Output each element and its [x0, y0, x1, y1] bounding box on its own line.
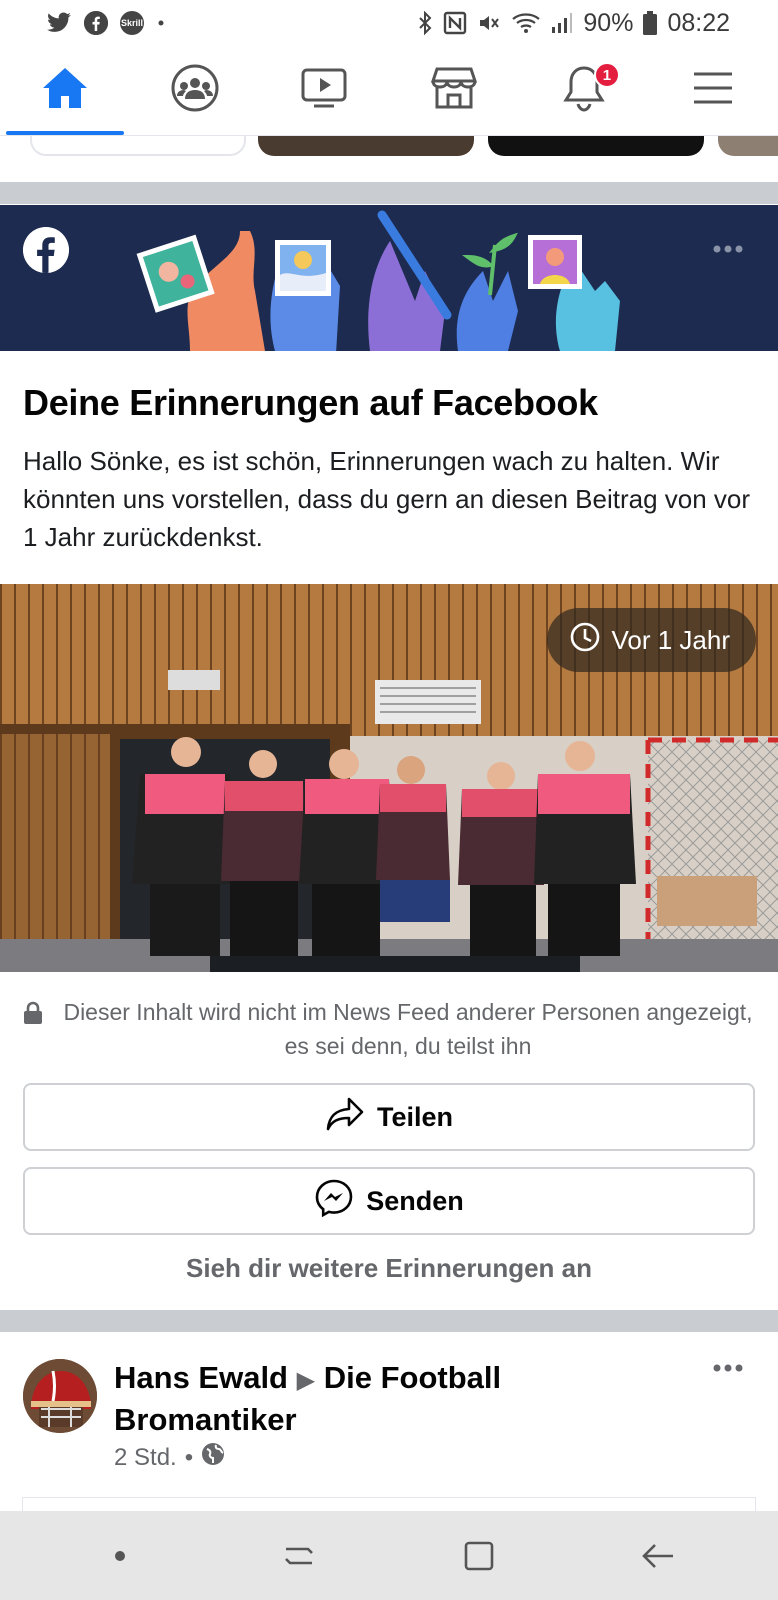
- memories-illustration: [136, 210, 620, 351]
- bluetooth-icon: [417, 11, 433, 35]
- twitter-icon: [46, 12, 72, 34]
- video-icon: [300, 66, 348, 115]
- story-card[interactable]: [718, 136, 778, 156]
- tab-watch[interactable]: [259, 46, 389, 135]
- facebook-logo-icon: [23, 227, 69, 273]
- avatar[interactable]: [23, 1359, 97, 1433]
- battery-percent: 90%: [583, 8, 634, 37]
- home-square-icon[interactable]: [439, 1526, 519, 1586]
- clock: 08:22: [667, 8, 730, 37]
- stories-strip[interactable]: [0, 136, 778, 182]
- tab-menu[interactable]: [648, 46, 778, 135]
- privacy-text: Dieser Inhalt wird nicht im News Feed an…: [63, 999, 753, 1059]
- post-meta-dot: •: [184, 1443, 194, 1471]
- tab-groups[interactable]: [130, 46, 260, 135]
- skrill-icon: Skrill: [120, 11, 144, 35]
- mute-icon: [477, 11, 501, 35]
- post-meta: 2 Std. •: [114, 1442, 225, 1473]
- story-card[interactable]: [30, 136, 246, 156]
- clock-icon: [569, 621, 601, 660]
- notification-badge: 1: [593, 62, 620, 88]
- share-label: Teilen: [376, 1101, 454, 1132]
- memories-banner: [0, 205, 778, 351]
- tab-notifications[interactable]: 1: [519, 46, 649, 135]
- signal-icon: [551, 12, 573, 34]
- post-more-options-icon[interactable]: [712, 1360, 744, 1378]
- dot-icon: [156, 18, 166, 28]
- player: [458, 762, 544, 956]
- post-separator: ▶: [296, 1367, 316, 1394]
- feed-separator: [0, 1310, 778, 1332]
- memory-time-pill: Vor 1 Jahr: [547, 608, 756, 672]
- memory-photo[interactable]: Vor 1 Jahr: [0, 584, 778, 972]
- post-author[interactable]: Hans Ewald: [114, 1360, 288, 1395]
- share-icon: [325, 1096, 365, 1139]
- battery-icon: [643, 11, 658, 35]
- story-card[interactable]: [258, 136, 474, 156]
- store-icon: [430, 65, 478, 116]
- nfc-icon: [443, 11, 467, 35]
- tab-marketplace[interactable]: [389, 46, 519, 135]
- dot-icon[interactable]: [80, 1526, 160, 1586]
- hamburger-icon: [692, 71, 734, 110]
- top-nav-bar: 1: [0, 46, 778, 136]
- post-time[interactable]: 2 Std.: [114, 1444, 177, 1472]
- wifi-icon: [511, 11, 541, 35]
- tab-home[interactable]: [0, 46, 130, 135]
- memory-title: Deine Erinnerungen auf Facebook: [23, 382, 598, 423]
- feed-separator: [0, 182, 778, 204]
- send-label: Senden: [366, 1185, 464, 1216]
- story-card[interactable]: [488, 136, 704, 156]
- time-ago: Vor 1 Jahr: [611, 624, 730, 655]
- messenger-icon: [314, 1178, 354, 1225]
- back-icon[interactable]: [618, 1526, 698, 1586]
- memory-text: Hallo Sönke, es ist schön, Erinnerungen …: [23, 446, 751, 552]
- recents-icon[interactable]: [259, 1526, 339, 1586]
- groups-icon: [170, 63, 220, 118]
- share-button[interactable]: Teilen: [23, 1083, 755, 1151]
- post-header: Hans Ewald ▶ Die Football Bromantiker: [114, 1358, 674, 1439]
- facebook-icon: [84, 11, 108, 35]
- send-button[interactable]: Senden: [23, 1167, 755, 1235]
- lock-icon: [23, 1001, 47, 1063]
- system-navigation-bar: [0, 1511, 778, 1600]
- status-bar: Skrill 90% 08:22: [0, 0, 778, 46]
- more-options-icon[interactable]: [712, 241, 744, 259]
- privacy-notice: Dieser Inhalt wird nicht im News Feed an…: [23, 995, 763, 1063]
- see-more-memories-link[interactable]: Sieh dir weitere Erinnerungen an: [0, 1253, 778, 1284]
- globe-icon: [201, 1442, 225, 1473]
- home-icon: [41, 66, 89, 115]
